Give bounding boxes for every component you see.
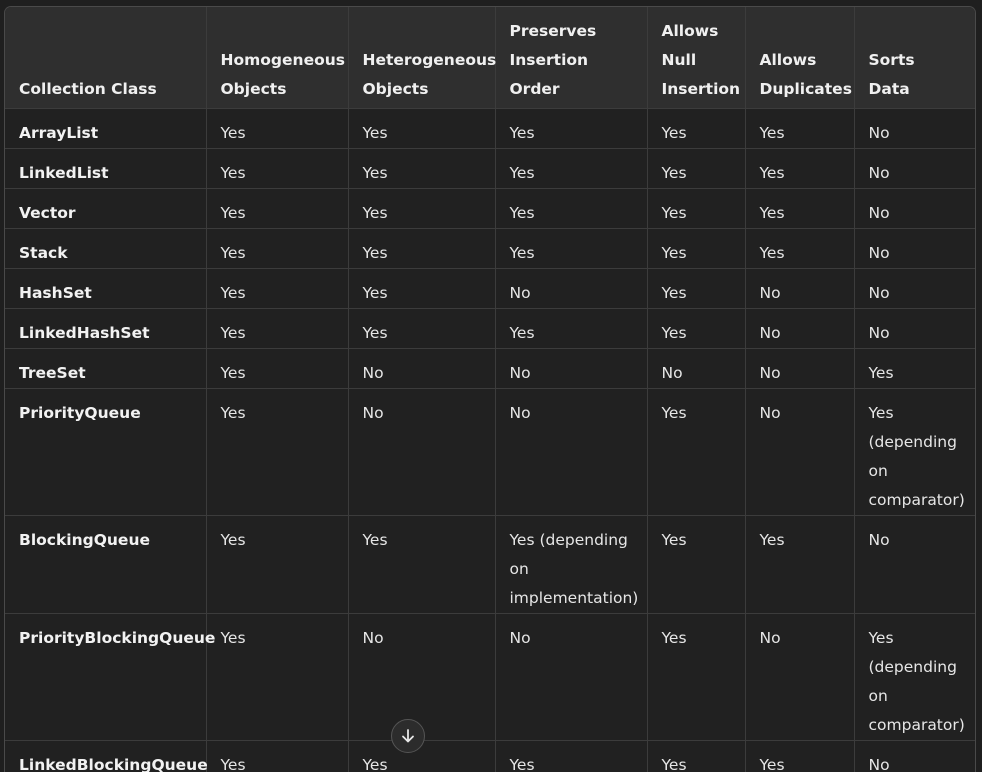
table-row: LinkedBlockingQueue Yes Yes Yes Yes Yes No	[5, 740, 975, 772]
table-cell: No	[495, 348, 648, 389]
table-cell: Yes	[348, 188, 496, 229]
table-cell: Yes	[647, 308, 746, 349]
row-header-cell: Vector	[5, 188, 207, 229]
table-cell: Yes	[647, 108, 746, 149]
table-cell: Yes	[745, 108, 855, 149]
table-cell: No	[854, 308, 975, 349]
column-header: Allows Duplicates	[745, 7, 855, 109]
table-cell: No	[745, 268, 855, 309]
table-cell: No	[854, 148, 975, 189]
column-header: Collection Class	[5, 7, 207, 109]
table-cell: Yes	[745, 228, 855, 269]
table-cell: Yes	[348, 148, 496, 189]
row-header-cell: HashSet	[5, 268, 207, 309]
row-header-cell: LinkedHashSet	[5, 308, 207, 349]
table-cell: No	[854, 515, 975, 614]
table-row: Vector Yes Yes Yes Yes Yes No	[5, 188, 975, 229]
table-cell: Yes (depending on comparator)	[854, 388, 975, 516]
table-cell: Yes	[745, 515, 855, 614]
table-row: Stack Yes Yes Yes Yes Yes No	[5, 228, 975, 269]
row-header-cell: BlockingQueue	[5, 515, 207, 614]
table-cell: Yes	[348, 268, 496, 309]
row-header-cell: PriorityQueue	[5, 388, 207, 516]
table-cell: Yes	[647, 148, 746, 189]
table-row: ArrayList Yes Yes Yes Yes Yes No	[5, 108, 975, 149]
table-cell: Yes	[206, 613, 349, 741]
table-cell: Yes	[206, 388, 349, 516]
table-cell: No	[348, 613, 496, 741]
arrow-down-icon	[402, 729, 414, 743]
row-header-cell: LinkedBlockingQueue	[5, 740, 208, 772]
table-cell: No	[348, 348, 496, 389]
table-container: Collection Class Homogeneous Objects Het…	[4, 6, 976, 772]
table-cell: Yes	[206, 268, 349, 309]
table-cell: Yes	[206, 148, 349, 189]
table-cell: Yes	[348, 515, 496, 614]
table-cell: Yes	[495, 108, 648, 149]
table-cell: Yes	[206, 515, 349, 614]
table-cell: Yes	[745, 740, 855, 772]
scroll-to-bottom-button[interactable]	[391, 719, 425, 753]
table-row: TreeSet Yes No No No No Yes	[5, 348, 975, 389]
column-header: Sorts Data	[854, 7, 975, 109]
table-cell: Yes	[495, 188, 648, 229]
table-cell: Yes	[647, 268, 746, 309]
table-cell: Yes	[206, 308, 349, 349]
table-cell: Yes	[647, 228, 746, 269]
table-cell: Yes	[647, 613, 746, 741]
table-cell: No	[854, 740, 975, 772]
table-cell: No	[495, 613, 648, 741]
table-cell: Yes	[745, 188, 855, 229]
table-cell: No	[745, 613, 855, 741]
table-cell: No	[745, 308, 855, 349]
table-cell: No	[854, 108, 975, 149]
table-cell: Yes	[647, 515, 746, 614]
table-row: PriorityQueue Yes No No Yes No Yes (depending …	[5, 388, 975, 516]
table-cell: Yes	[495, 148, 648, 189]
table-cell: Yes	[854, 348, 975, 389]
table-cell: No	[495, 268, 648, 309]
table-cell: Yes	[206, 348, 349, 389]
table-cell: Yes (depending on implementation)	[495, 515, 648, 614]
table-cell: Yes	[206, 108, 349, 149]
table-cell: Yes	[647, 740, 746, 772]
table-cell: Yes	[348, 308, 496, 349]
table-row: BlockingQueue Yes Yes Yes (depending on imp…	[5, 515, 975, 614]
column-header: Homogeneous Objects	[206, 7, 349, 109]
table-cell: No	[854, 188, 975, 229]
table-cell: Yes	[206, 740, 349, 772]
column-header: Preserves Insertion Order	[495, 7, 648, 109]
row-header-cell: ArrayList	[5, 108, 207, 149]
row-header-cell: Stack	[5, 228, 207, 269]
table-cell: Yes	[348, 228, 496, 269]
table-row: PriorityBlockingQueue Yes No No Yes No Yes (de…	[5, 613, 975, 741]
table-cell: Yes (depending on comparator)	[854, 613, 975, 741]
table-cell: Yes	[495, 740, 648, 772]
table-header-row: Collection Class Homogeneous Objects Het…	[5, 7, 975, 109]
table-row: HashSet Yes Yes No Yes No No	[5, 268, 975, 309]
collection-comparison-table: Collection Class Homogeneous Objects Het…	[5, 7, 975, 772]
table-cell: No	[495, 388, 648, 516]
table-row: LinkedList Yes Yes Yes Yes Yes No	[5, 148, 975, 189]
table-cell: No	[854, 228, 975, 269]
table-cell: No	[348, 388, 496, 516]
table-cell: Yes	[647, 188, 746, 229]
table-row: LinkedHashSet Yes Yes Yes Yes No No	[5, 308, 975, 349]
table-cell: No	[854, 268, 975, 309]
table-cell: No	[745, 388, 855, 516]
table-cell: Yes	[647, 388, 746, 516]
table-cell: Yes	[495, 308, 648, 349]
column-header: Allows Null Insertion	[647, 7, 746, 109]
table-cell: Yes	[206, 188, 349, 229]
column-header: Heterogeneous Objects	[348, 7, 496, 109]
row-header-cell: PriorityBlockingQueue	[5, 613, 215, 741]
row-header-cell: LinkedList	[5, 148, 207, 189]
table-cell: Yes	[348, 108, 496, 149]
row-header-cell: TreeSet	[5, 348, 207, 389]
table-cell: Yes	[745, 148, 855, 189]
table-cell: No	[647, 348, 746, 389]
table-cell: No	[745, 348, 855, 389]
table-cell: Yes	[206, 228, 349, 269]
table-cell: Yes	[495, 228, 648, 269]
